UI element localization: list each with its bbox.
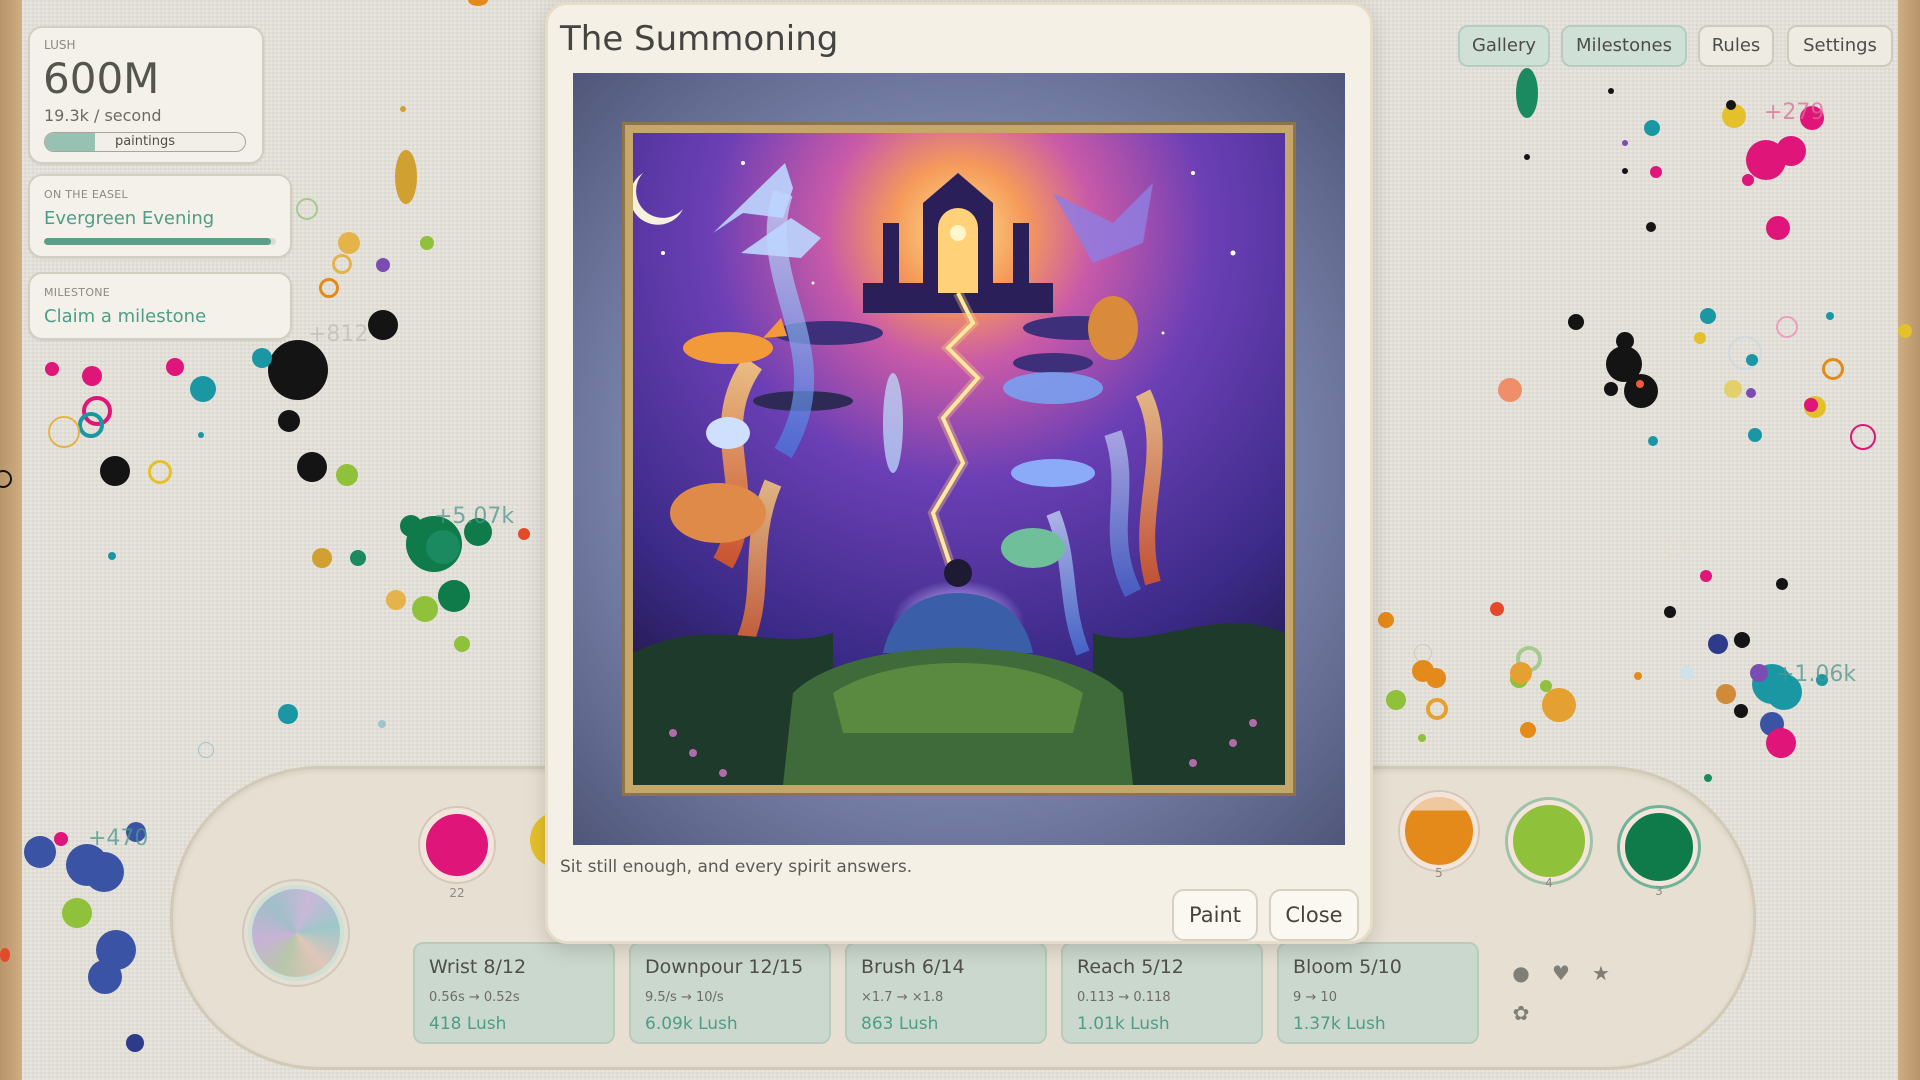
easel-label: ON THE EASEL: [44, 188, 128, 201]
upgrade-reach[interactable]: Reach 5/12 0.113 → 0.118 1.01k Lush: [1061, 942, 1263, 1044]
lush-gain-floater: +279: [1764, 100, 1825, 125]
paint-well-count: 5: [1435, 866, 1443, 880]
frame-edge-left: [0, 0, 22, 1080]
upgrade-change: 9.5/s → 10/s: [645, 990, 724, 1005]
painting-frame: [573, 73, 1345, 845]
upgrade-change: ×1.7 → ×1.8: [861, 990, 944, 1005]
heart-icon[interactable]: ♥: [1548, 960, 1574, 986]
easel-progress-fill: [44, 238, 272, 245]
upgrade-wrist[interactable]: Wrist 8/12 0.56s → 0.52s 418 Lush: [413, 942, 615, 1044]
paint-well-green[interactable]: [1508, 800, 1590, 882]
paint-well-orange[interactable]: [1400, 792, 1478, 870]
star-icon[interactable]: ★: [1588, 960, 1614, 986]
paintings-progress-bar: paintings: [44, 132, 246, 152]
upgrade-change: 9 → 10: [1293, 990, 1337, 1005]
upgrade-cost: 6.09k Lush: [645, 1014, 738, 1034]
lush-gain-floater: +5.07k: [434, 504, 515, 529]
upgrade-title: Brush 6/14: [861, 956, 965, 978]
upgrade-brush[interactable]: Brush 6/14 ×1.7 → ×1.8 863 Lush: [845, 942, 1047, 1044]
paint-well-magenta[interactable]: [420, 808, 494, 882]
lush-rate: 19.3k / second: [44, 106, 162, 125]
paint-well-emerald[interactable]: [1620, 808, 1698, 886]
on-the-easel-panel[interactable]: ON THE EASEL Evergreen Evening: [28, 174, 292, 258]
upgrade-cost: 1.37k Lush: [1293, 1014, 1386, 1034]
claim-milestone-link[interactable]: Claim a milestone: [44, 306, 206, 327]
paint-well-count: 4: [1545, 876, 1553, 890]
painting-caption: Sit still enough, and every spirit answe…: [560, 857, 913, 877]
settings-button[interactable]: Settings: [1787, 25, 1893, 67]
close-button[interactable]: Close: [1269, 889, 1359, 941]
painting-artwork: [625, 125, 1293, 793]
easel-painting-name: Evergreen Evening: [44, 208, 215, 229]
iridescent-brush-well[interactable]: [248, 885, 344, 981]
milestone-panel[interactable]: MILESTONE Claim a milestone: [28, 272, 292, 340]
paint-well-count: 3: [1655, 884, 1663, 898]
lush-gain-floater: +1.06k: [1776, 662, 1857, 687]
currency-label: LUSH: [44, 38, 76, 52]
paintings-progress-label: paintings: [114, 134, 176, 149]
circle-icon[interactable]: ●: [1508, 960, 1534, 986]
upgrade-cost: 863 Lush: [861, 1014, 939, 1034]
gallery-button[interactable]: Gallery: [1458, 25, 1550, 67]
upgrade-change: 0.56s → 0.52s: [429, 990, 520, 1005]
paint-button[interactable]: Paint: [1172, 889, 1258, 941]
milestone-label: MILESTONE: [44, 286, 111, 299]
upgrade-bloom[interactable]: Bloom 5/10 9 → 10 1.37k Lush: [1277, 942, 1479, 1044]
lush-stats-panel: LUSH 600M 19.3k / second paintings: [28, 26, 264, 164]
lush-gain-floater: +812: [308, 322, 369, 347]
upgrade-cost: 418 Lush: [429, 1014, 507, 1034]
milestones-button[interactable]: Milestones: [1561, 25, 1687, 67]
lush-gain-floater: +470: [88, 826, 149, 851]
painting-modal: The Summoning Sit still enough, and ever…: [545, 2, 1373, 944]
paint-well-count: 22: [449, 886, 465, 900]
upgrade-title: Bloom 5/10: [1293, 956, 1402, 978]
frame-edge-right: [1898, 0, 1920, 1080]
modal-title: The Summoning: [560, 19, 839, 59]
upgrade-title: Wrist 8/12: [429, 956, 527, 978]
upgrade-change: 0.113 → 0.118: [1077, 990, 1171, 1005]
easel-progress-bar: [44, 238, 276, 245]
upgrade-cost: 1.01k Lush: [1077, 1014, 1170, 1034]
upgrade-downpour[interactable]: Downpour 12/15 9.5/s → 10/s 6.09k Lush: [629, 942, 831, 1044]
lush-amount: 600M: [43, 54, 160, 103]
rules-button[interactable]: Rules: [1698, 25, 1774, 67]
flower-icon[interactable]: ✿: [1508, 1000, 1534, 1026]
upgrade-title: Reach 5/12: [1077, 956, 1184, 978]
upgrade-title: Downpour 12/15: [645, 956, 804, 978]
